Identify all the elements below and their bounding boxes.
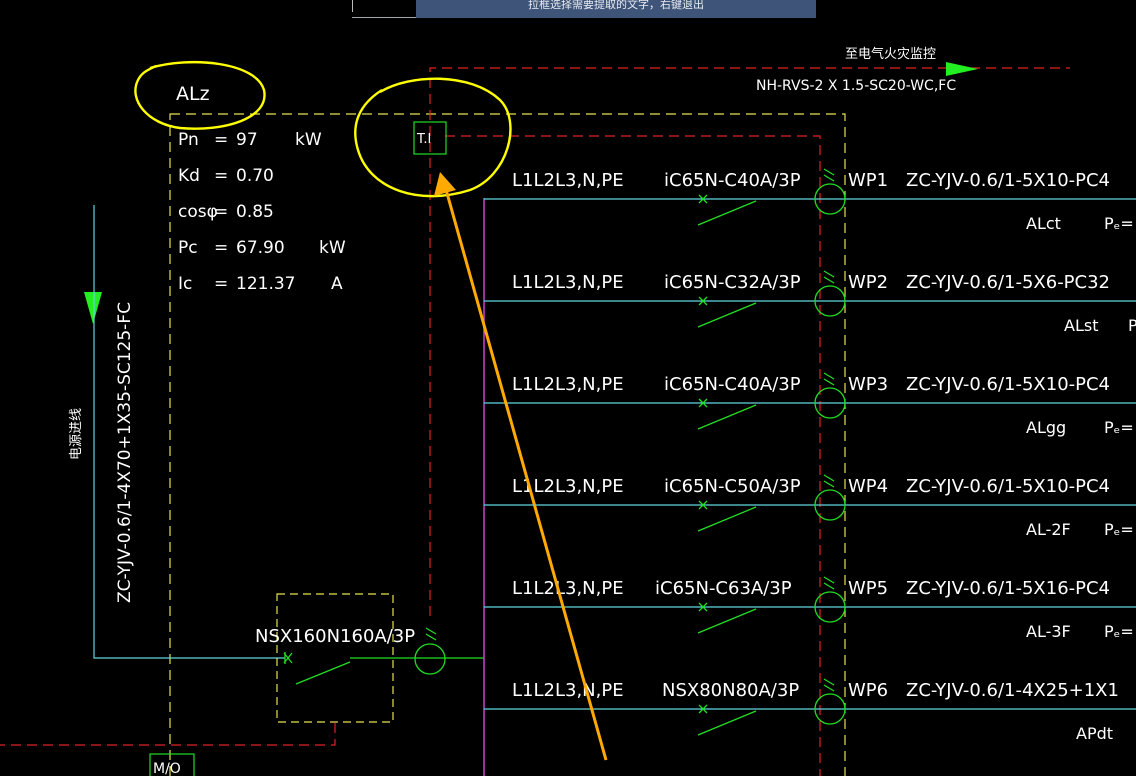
schematic-canvas[interactable]: 至电气火灾监控 NH-RVS-2 X 1.5-SC20-WC,FC ALz Pn…: [0, 0, 1136, 776]
param-v: 0.70: [236, 166, 274, 186]
mo-box-label: M/O: [153, 761, 181, 776]
ti-box-label: T.I: [416, 132, 431, 147]
circuit-row[interactable]: L1L2L3,N,PE iC65N-C63A/3P WP5 ZC-YJV-0.6/1-…: [484, 576, 1136, 641]
circuit-load: ALgg: [1026, 418, 1066, 437]
param-eq: =: [214, 274, 228, 294]
circuit-phases: L1L2L3,N,PE: [512, 680, 624, 701]
param-v: 121.37: [236, 274, 295, 294]
circuit-load: AL-2F: [1026, 520, 1071, 539]
panel-name: ALz: [176, 83, 210, 105]
param-v: 0.85: [236, 202, 274, 222]
param-eq: =: [214, 166, 228, 186]
param-u: kW: [295, 130, 322, 150]
annotation-arrow-head: [434, 172, 456, 196]
circuit-breaker: iC65N-C50A/3P: [664, 476, 801, 497]
circuit-cable: ZC-YJV-0.6/1-5X10-PC4: [906, 170, 1110, 191]
circuit-phases: L1L2L3,N,PE: [512, 272, 624, 293]
circuit-cable: ZC-YJV-0.6/1-5X16-PC4: [906, 578, 1110, 599]
main-breaker-model: NSX160N160A/3P: [255, 626, 415, 647]
param-v: 97: [236, 130, 258, 150]
circuit-cable: ZC-YJV-0.6/1-5X6-PC32: [906, 272, 1110, 293]
circuit-phases: L1L2L3,N,PE: [512, 374, 624, 395]
circuits: L1L2L3,N,PE iC65N-C40A/3P WP1 ZC-YJV-0.6/1-…: [484, 168, 1136, 743]
circuit-load: ALst: [1064, 316, 1098, 335]
circuit-id: WP4: [848, 476, 888, 497]
param-k: Pn: [178, 130, 199, 150]
panel-params: Pn = 97 kWKd = 0.70cosφ= 0.85Pc = 67.90 kWIc = 121.…: [178, 130, 346, 294]
circuit-pe: P: [1128, 316, 1136, 335]
circuit-breaker: NSX80N80A/3P: [662, 680, 799, 701]
circuit-breaker: iC65N-C63A/3P: [655, 578, 792, 599]
circuit-row[interactable]: L1L2L3,N,PE iC65N-C40A/3P WP1 ZC-YJV-0.6/1-…: [484, 168, 1136, 233]
circuit-load: AL-3F: [1026, 622, 1071, 641]
circuit-phases: L1L2L3,N,PE: [512, 578, 624, 599]
circuit-breaker: iC65N-C40A/3P: [664, 374, 801, 395]
circuit-row[interactable]: L1L2L3,N,PE iC65N-C50A/3P WP4 ZC-YJV-0.6/1-…: [484, 474, 1136, 539]
circuit-id: WP2: [848, 272, 888, 293]
circuit-phases: L1L2L3,N,PE: [512, 170, 624, 191]
circuit-breaker: iC65N-C40A/3P: [664, 170, 801, 191]
circuit-pe: Pₑ=: [1104, 418, 1134, 437]
circuit-pe: Pₑ=: [1104, 622, 1134, 641]
param-u: A: [331, 274, 343, 294]
circuit-cable: ZC-YJV-0.6/1-4X25+1X1: [906, 680, 1119, 701]
circuit-id: WP1: [848, 170, 888, 191]
circuit-row[interactable]: L1L2L3,N,PE iC65N-C40A/3P WP3 ZC-YJV-0.6/1-…: [484, 372, 1136, 437]
param-v: 67.90: [236, 238, 285, 258]
param-eq: =: [214, 238, 228, 258]
circuit-breaker: iC65N-C32A/3P: [664, 272, 801, 293]
param-k: Kd: [178, 166, 200, 186]
circuit-id: WP5: [848, 578, 888, 599]
param-k: cosφ: [178, 202, 218, 222]
circuit-id: WP3: [848, 374, 888, 395]
circuit-load: ALct: [1026, 214, 1061, 233]
fire-monitor-arrow: [946, 62, 978, 76]
fire-monitor-label: 至电气火灾监控: [845, 46, 936, 62]
circuit-load: APdt: [1076, 724, 1113, 743]
param-eq: =: [214, 202, 228, 222]
circuit-cable: ZC-YJV-0.6/1-5X10-PC4: [906, 374, 1110, 395]
circuit-cable: ZC-YJV-0.6/1-5X10-PC4: [906, 476, 1110, 497]
param-u: kW: [319, 238, 346, 258]
annotation-circle-ti: [354, 77, 512, 198]
circuit-pe: Pₑ=: [1104, 520, 1134, 539]
incoming-label: 电源进线: [69, 408, 84, 460]
incoming-cable: ZC-YJV-0.6/1-4X70+1X35-SC125-FC: [115, 302, 135, 603]
circuit-id: WP6: [848, 680, 888, 701]
param-k: Pc: [178, 238, 198, 258]
circuit-row[interactable]: L1L2L3,N,PE iC65N-C32A/3P WP2 ZC-YJV-0.6/1-…: [484, 270, 1136, 335]
fire-monitor-cable: NH-RVS-2 X 1.5-SC20-WC,FC: [756, 78, 956, 94]
param-eq: =: [214, 130, 228, 150]
param-k: Ic: [178, 274, 192, 294]
circuit-row[interactable]: L1L2L3,N,PE NSX80N80A/3P WP6 ZC-YJV-0.6/1-4…: [484, 678, 1136, 743]
circuit-pe: Pₑ=: [1104, 214, 1134, 233]
incoming-arrow: [84, 292, 102, 324]
